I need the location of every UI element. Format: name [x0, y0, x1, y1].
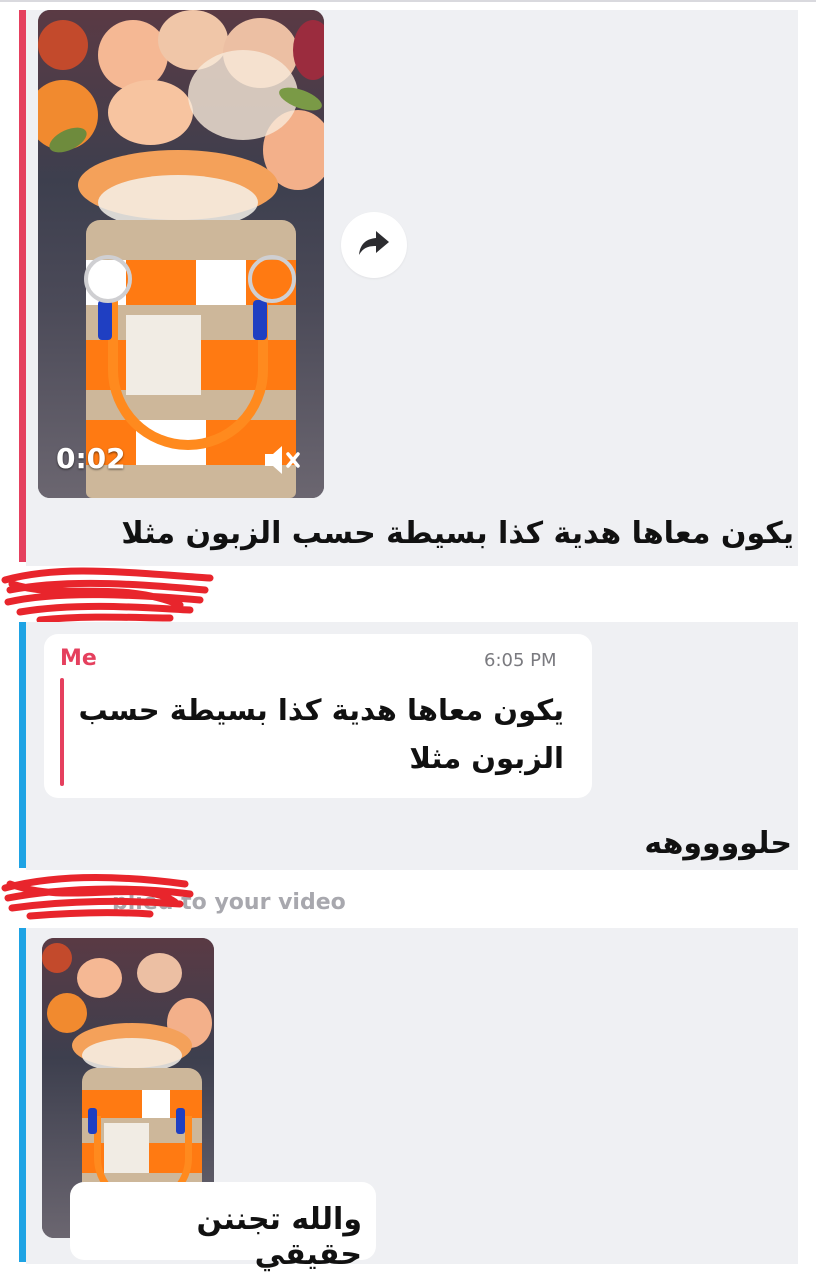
forward-button[interactable]	[341, 212, 407, 278]
redaction-scribble	[1, 874, 194, 920]
quote-sender: Me	[60, 646, 97, 671]
sender-accent-bar	[19, 928, 26, 1262]
video-caption-text: والله تجننن حقيقي	[196, 1202, 362, 1272]
quote-accent-bar	[60, 678, 64, 786]
message-caption: يكون معاها هدية كذا بسيطة حسب الزبون مثل…	[121, 516, 794, 551]
top-divider	[0, 0, 816, 2]
forward-arrow-icon	[358, 229, 390, 261]
speaker-muted-icon[interactable]	[262, 442, 302, 478]
quoted-message-card[interactable]: Me 6:05 PM يكون معاها هدية كذا بسيطة حسب…	[44, 634, 592, 798]
quote-text: يكون معاها هدية كذا بسيطة حسب الزبون مثل…	[78, 693, 564, 775]
video-thumbnail[interactable]: 0:02	[38, 10, 324, 498]
video-caption-pill: والله تجننن حقيقي	[70, 1182, 376, 1272]
sender-accent-bar	[19, 622, 26, 868]
sender-accent-bar	[19, 10, 26, 562]
video-duration: 0:02	[56, 442, 126, 475]
quote-timestamp: 6:05 PM	[484, 650, 557, 671]
reply-text: حلووووهه	[644, 826, 792, 861]
